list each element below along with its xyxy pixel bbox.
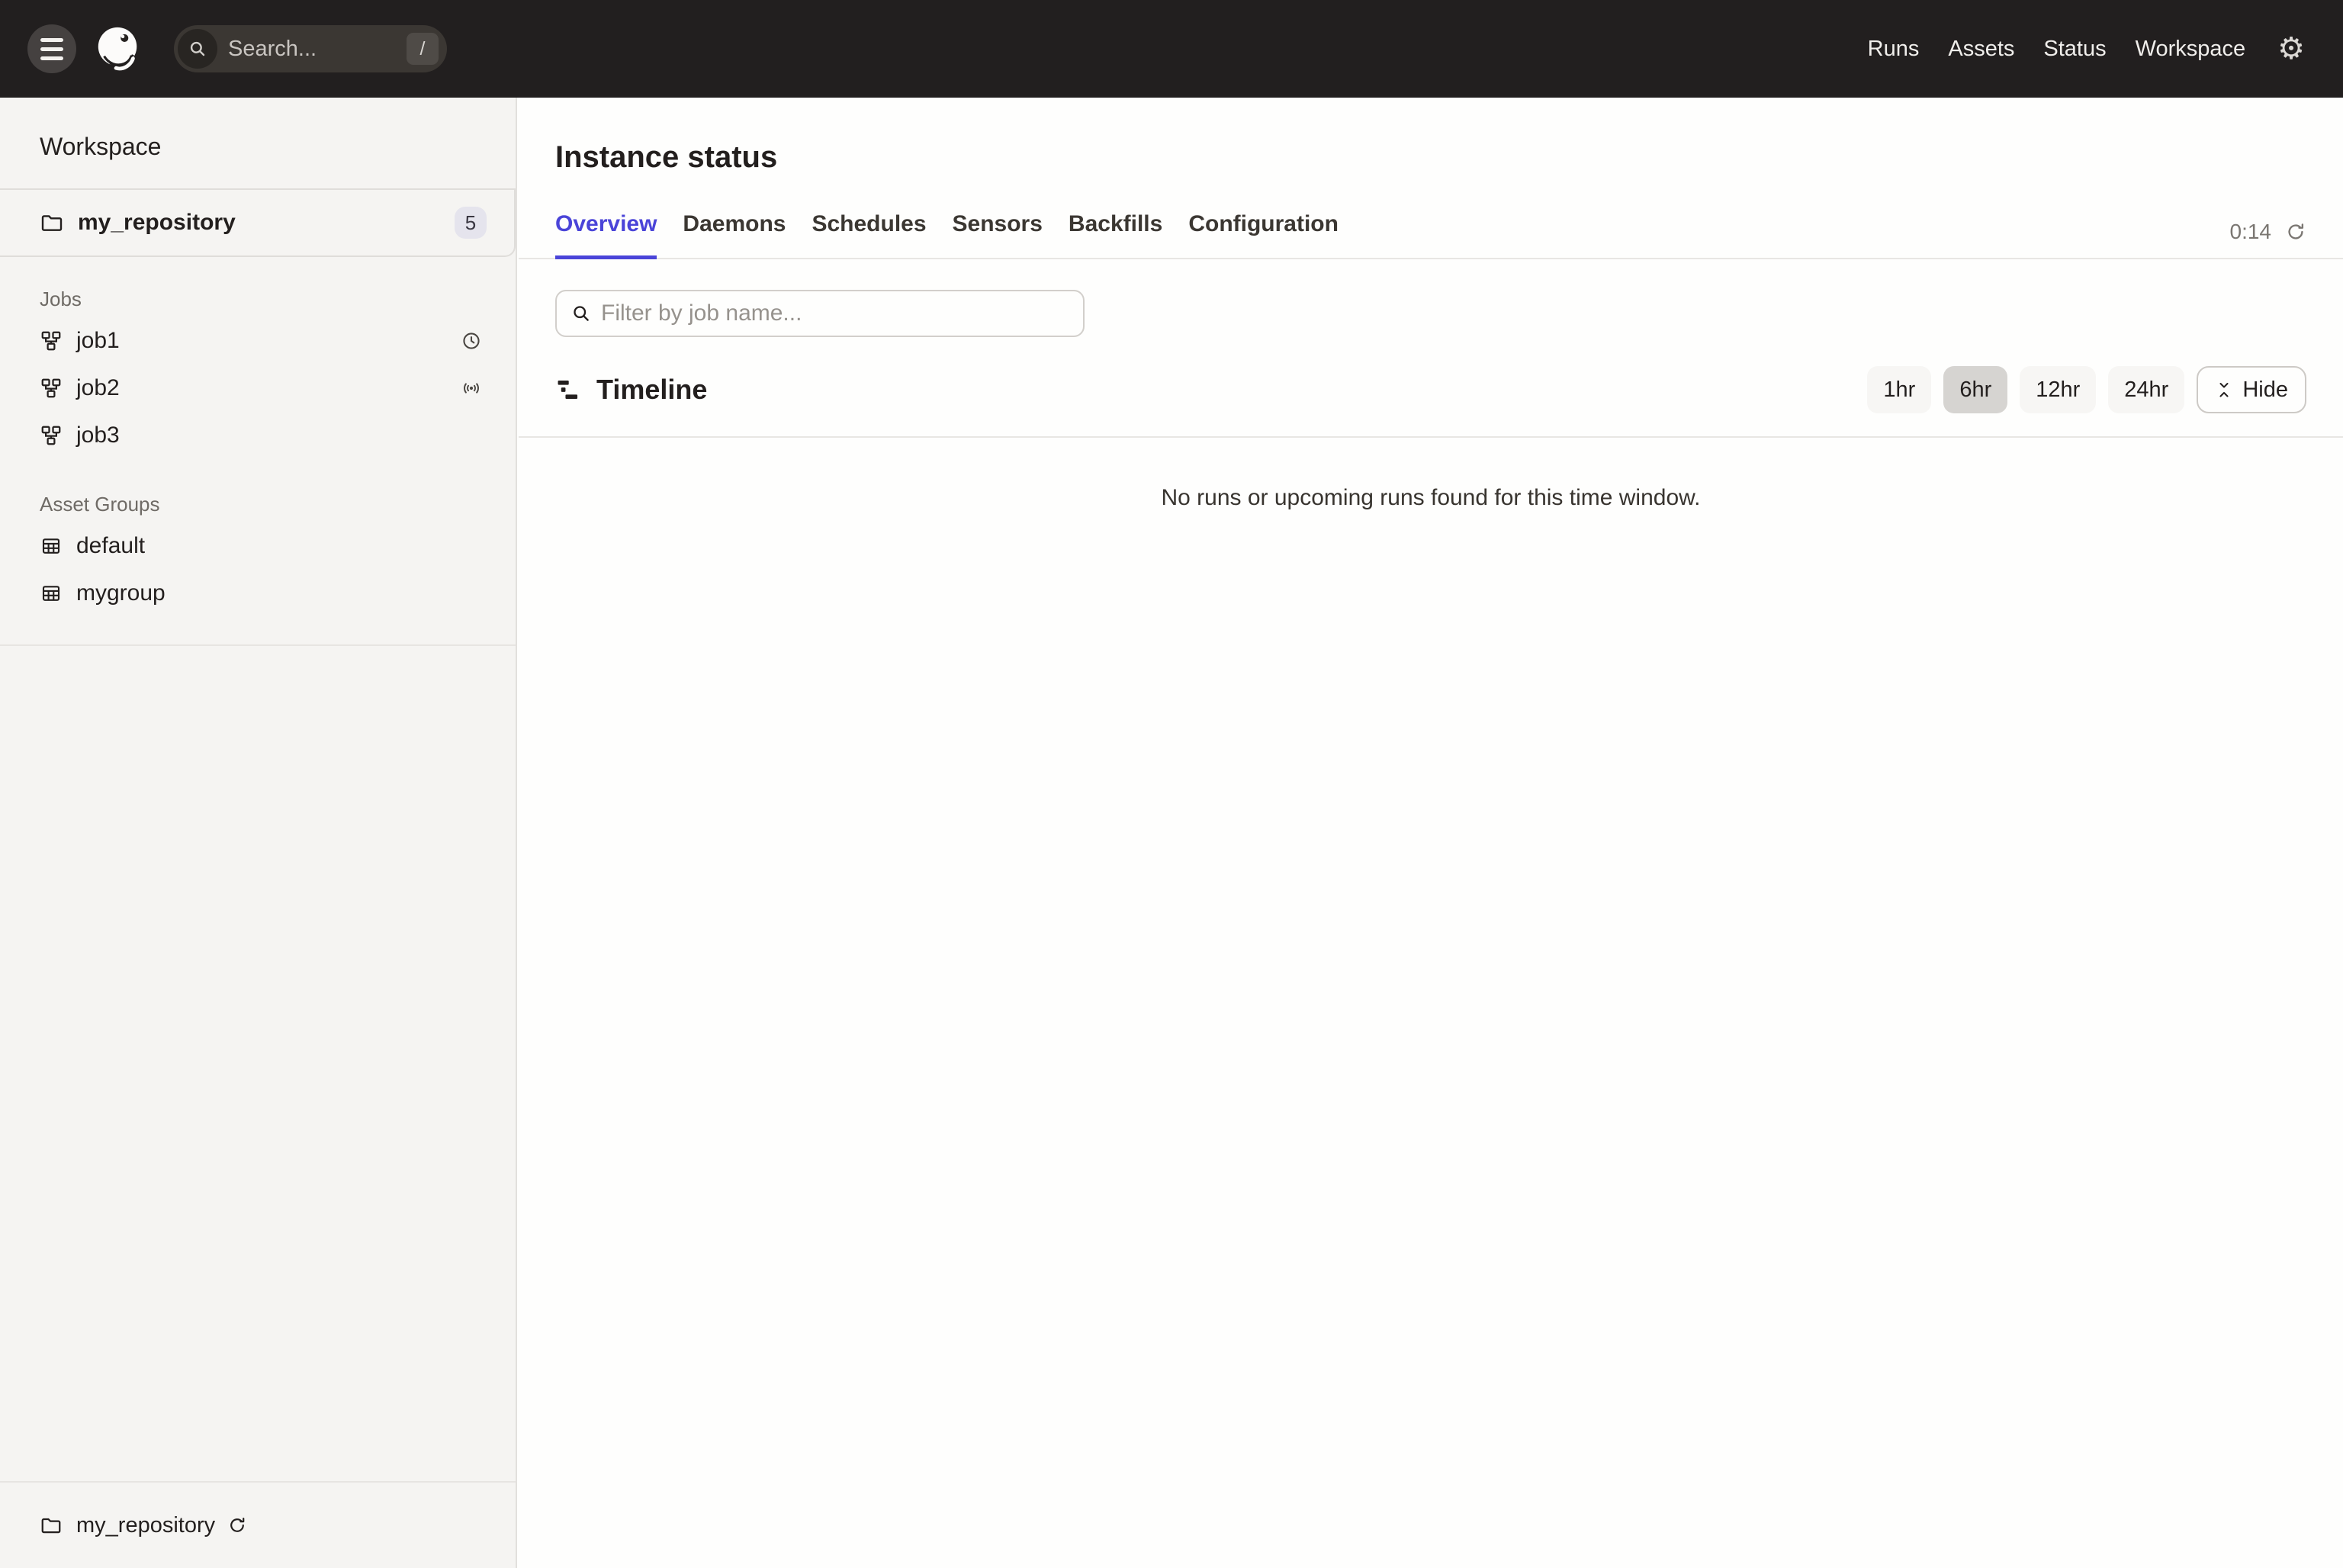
asset-groups-section-label: Asset Groups bbox=[40, 493, 476, 516]
repository-count-badge: 5 bbox=[455, 207, 487, 239]
sidebar-item-job2[interactable]: job2 bbox=[0, 365, 516, 412]
tab-daemons[interactable]: Daemons bbox=[683, 211, 786, 259]
gear-icon[interactable]: ⚙ bbox=[2277, 34, 2305, 64]
search-icon bbox=[178, 29, 217, 69]
overview-content: Timeline 1hr 6hr 12hr 24hr Hide No runs … bbox=[519, 259, 2343, 511]
dagster-logo-icon bbox=[93, 24, 143, 74]
range-button-12hr[interactable]: 12hr bbox=[2020, 366, 2096, 413]
job-filter-input[interactable] bbox=[601, 300, 1083, 326]
range-button-1hr[interactable]: 1hr bbox=[1867, 366, 1931, 413]
footer-repository-name: my_repository bbox=[76, 1513, 215, 1538]
sensor-icon bbox=[461, 378, 482, 399]
asset-group-label: mygroup bbox=[76, 580, 166, 606]
job-label: job2 bbox=[76, 375, 120, 401]
refresh-button[interactable] bbox=[2285, 221, 2306, 243]
global-search[interactable]: / bbox=[174, 25, 447, 72]
jobs-section-label: Jobs bbox=[40, 288, 476, 311]
search-input[interactable] bbox=[228, 37, 407, 62]
job-label: job3 bbox=[76, 423, 120, 448]
hide-label: Hide bbox=[2242, 378, 2288, 403]
job-label: job1 bbox=[76, 328, 120, 354]
collapse-icon bbox=[2215, 381, 2233, 399]
timeline-header: Timeline 1hr 6hr 12hr 24hr Hide bbox=[555, 366, 2306, 413]
top-nav: Runs Assets Status Workspace ⚙ bbox=[1868, 34, 2305, 64]
folder-icon bbox=[40, 1514, 63, 1537]
hamburger-menu-button[interactable] bbox=[27, 24, 76, 73]
slash-shortcut-key: / bbox=[407, 33, 439, 65]
sidebar-heading: Workspace bbox=[40, 133, 516, 161]
nav-status[interactable]: Status bbox=[2043, 37, 2106, 62]
instance-tabs: Overview Daemons Schedules Sensors Backf… bbox=[519, 211, 2343, 259]
hamburger-icon bbox=[40, 38, 63, 42]
range-button-24hr[interactable]: 24hr bbox=[2108, 366, 2184, 413]
tab-backfills[interactable]: Backfills bbox=[1069, 211, 1162, 259]
empty-runs-message: No runs or upcoming runs found for this … bbox=[519, 485, 2343, 511]
job-icon bbox=[40, 329, 63, 352]
refresh-countdown-group: 0:14 bbox=[2230, 220, 2307, 244]
asset-group-icon bbox=[40, 582, 63, 605]
sidebar-footer-repository[interactable]: my_repository bbox=[0, 1481, 516, 1568]
reload-repository-button[interactable] bbox=[227, 1515, 247, 1535]
range-button-6hr[interactable]: 6hr bbox=[1943, 366, 2007, 413]
sidebar-item-job3[interactable]: job3 bbox=[0, 412, 516, 459]
refresh-countdown: 0:14 bbox=[2230, 220, 2272, 244]
sidebar-item-group-default[interactable]: default bbox=[0, 522, 516, 570]
schedule-clock-icon bbox=[461, 330, 482, 352]
timeline-icon bbox=[555, 377, 581, 403]
page-title: Instance status bbox=[555, 140, 2306, 175]
job-icon bbox=[40, 424, 63, 447]
hide-timeline-button[interactable]: Hide bbox=[2197, 366, 2306, 413]
timeline-heading: Timeline bbox=[596, 374, 707, 406]
asset-group-icon bbox=[40, 535, 63, 557]
repository-item[interactable]: my_repository 5 bbox=[0, 188, 516, 257]
search-icon bbox=[570, 303, 592, 324]
job-icon bbox=[40, 377, 63, 400]
tab-configuration[interactable]: Configuration bbox=[1188, 211, 1339, 259]
nav-workspace[interactable]: Workspace bbox=[2136, 37, 2246, 62]
tab-schedules[interactable]: Schedules bbox=[812, 211, 926, 259]
tab-overview[interactable]: Overview bbox=[555, 211, 657, 259]
asset-group-label: default bbox=[76, 533, 145, 559]
repository-name: my_repository bbox=[78, 210, 236, 236]
workspace-sidebar: Workspace my_repository 5 Jobs job1 bbox=[0, 98, 517, 1568]
folder-icon bbox=[40, 210, 64, 235]
sidebar-item-job1[interactable]: job1 bbox=[0, 317, 516, 365]
topbar: / Runs Assets Status Workspace ⚙ bbox=[0, 0, 2343, 98]
timeline-divider bbox=[519, 436, 2343, 438]
nav-runs[interactable]: Runs bbox=[1868, 37, 1920, 62]
timeline-controls: 1hr 6hr 12hr 24hr Hide bbox=[1867, 366, 2306, 413]
sidebar-item-group-mygroup[interactable]: mygroup bbox=[0, 570, 516, 617]
tab-sensors[interactable]: Sensors bbox=[953, 211, 1043, 259]
nav-assets[interactable]: Assets bbox=[1948, 37, 2014, 62]
instance-status-page: Instance status Overview Daemons Schedul… bbox=[519, 98, 2343, 1568]
job-filter[interactable] bbox=[555, 290, 1085, 337]
sidebar-divider bbox=[0, 644, 516, 646]
